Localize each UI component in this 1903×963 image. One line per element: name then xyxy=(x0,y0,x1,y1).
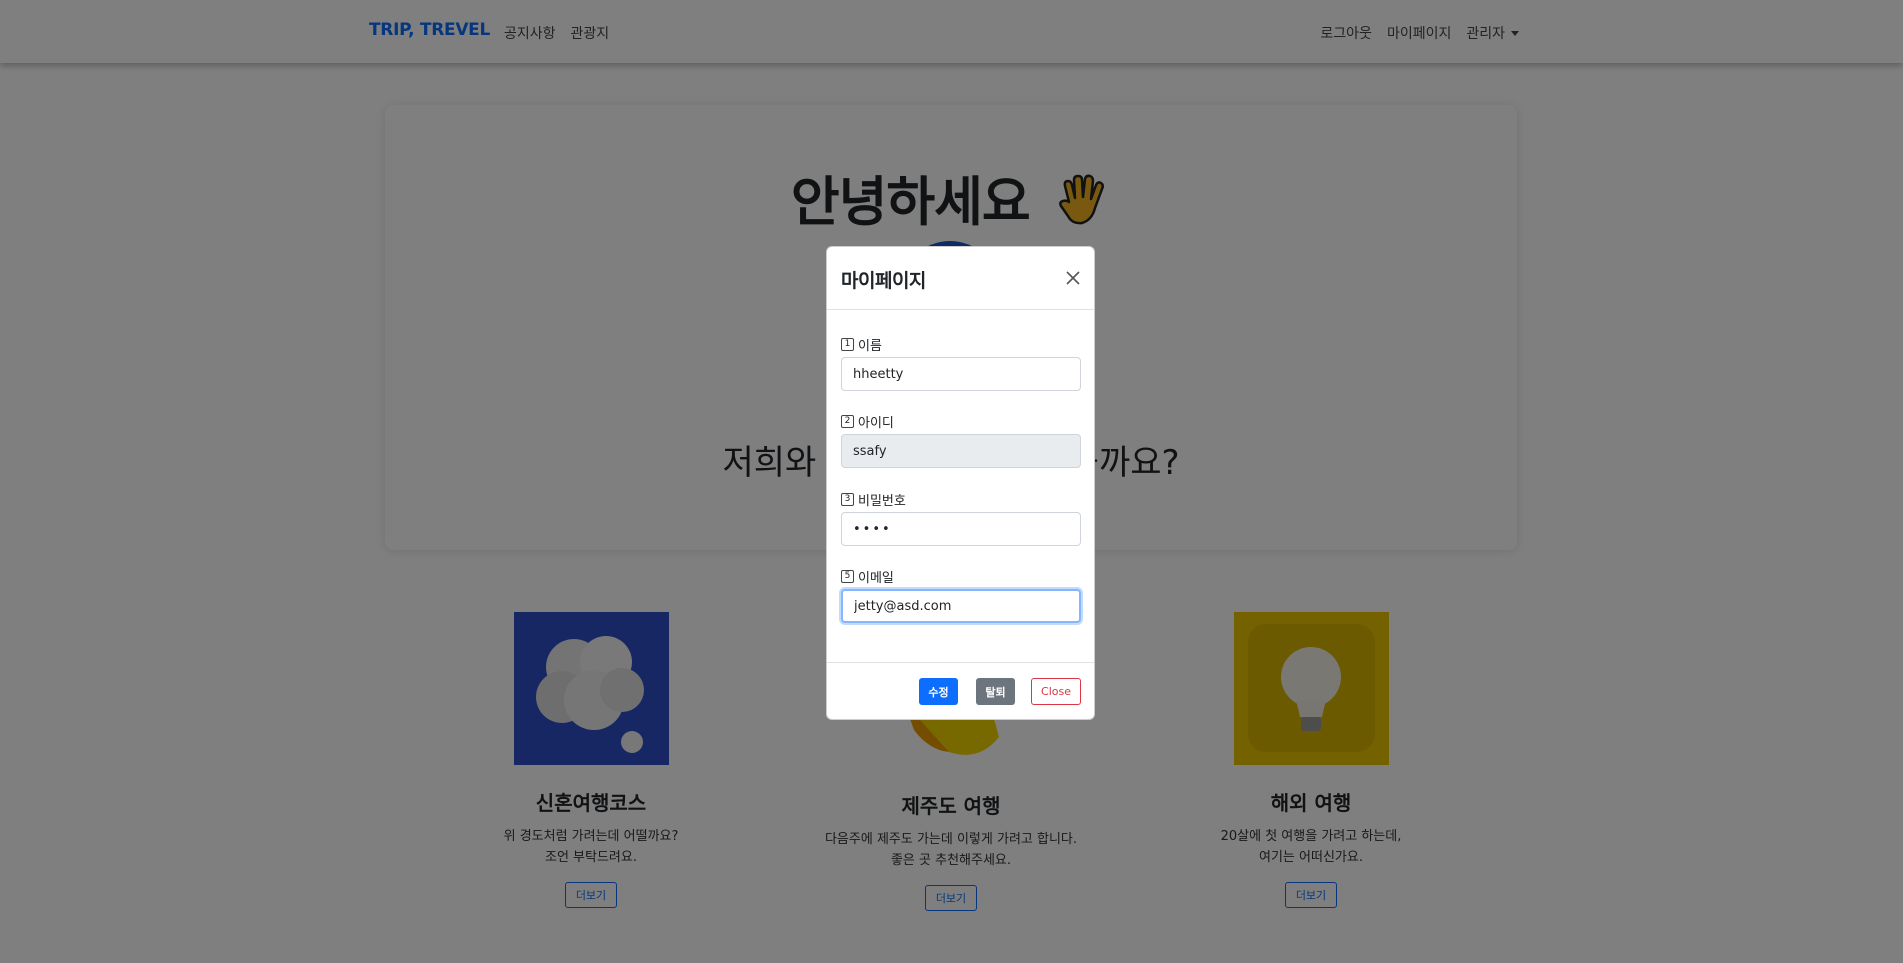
modal-header: 마이페이지 xyxy=(827,247,1094,310)
number-badge: 2 xyxy=(841,415,854,428)
modal-title: 마이페이지 xyxy=(841,270,926,292)
withdraw-button[interactable]: 탈퇴 xyxy=(976,678,1015,705)
email-label: 5 이메일 xyxy=(841,567,894,586)
number-badge: 5 xyxy=(841,570,854,583)
id-label: 2 아이디 xyxy=(841,412,894,431)
field-label-text: 이메일 xyxy=(858,571,894,586)
password-label: 3 비밀번호 xyxy=(841,490,906,509)
close-icon[interactable] xyxy=(1065,270,1081,286)
close-button[interactable]: Close xyxy=(1031,678,1081,705)
number-badge: 3 xyxy=(841,493,854,506)
password-input[interactable]: •••• xyxy=(841,512,1081,546)
field-label-text: 이름 xyxy=(858,339,882,354)
name-label: 1 이름 xyxy=(841,335,882,354)
email-input[interactable] xyxy=(841,589,1081,623)
id-input xyxy=(841,434,1081,468)
modal-body: 1 이름 2 아이디 3 비밀번호 •••• 5 이메일 xyxy=(827,310,1094,664)
mypage-modal: 마이페이지 1 이름 2 아이디 3 비밀번호 •••• 5 이메일 수정 탈퇴… xyxy=(826,246,1095,720)
field-label-text: 비밀번호 xyxy=(858,494,906,509)
field-label-text: 아이디 xyxy=(858,416,894,431)
modal-footer: 수정 탈퇴 Close xyxy=(827,662,1094,719)
name-input[interactable] xyxy=(841,357,1081,391)
number-badge: 1 xyxy=(841,338,854,351)
update-button[interactable]: 수정 xyxy=(919,678,958,705)
